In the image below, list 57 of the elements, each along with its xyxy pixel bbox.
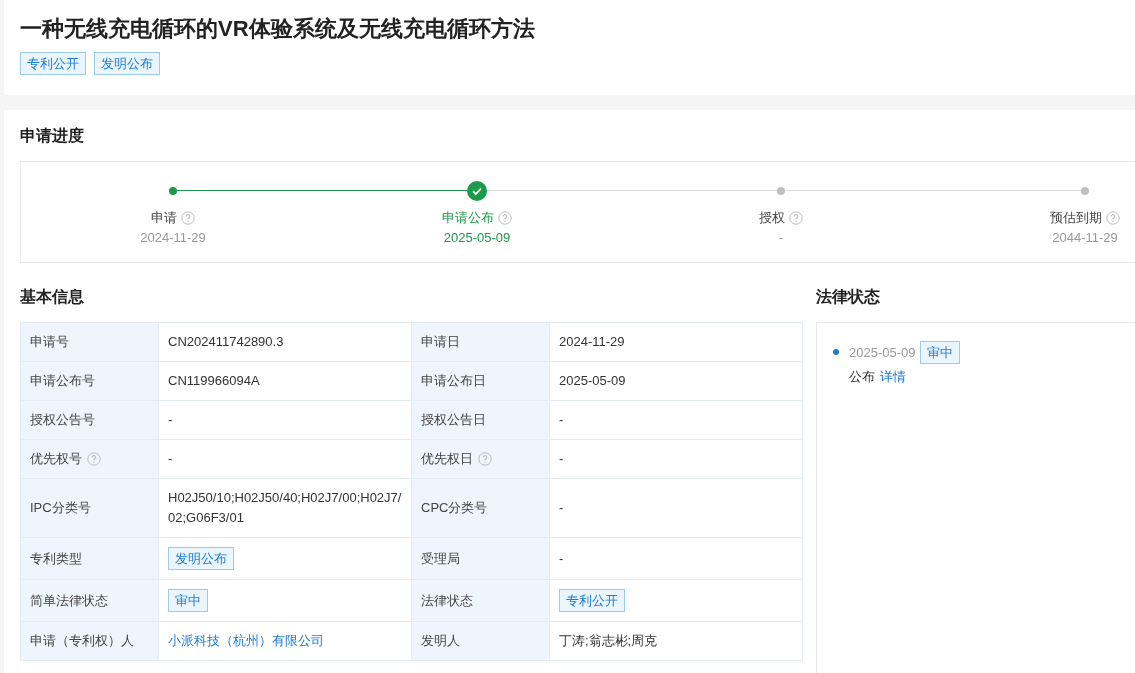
- section-heading: 基本信息: [20, 287, 85, 307]
- field-label-cell: 发明人: [411, 621, 550, 661]
- patent-title: 一种无线充电循环的VR体验系统及无线充电循环方法: [20, 15, 536, 43]
- field-label: 优先权日: [421, 450, 473, 468]
- step-label: 申请公布: [442, 209, 494, 227]
- status-tag: 专利公开: [559, 589, 625, 612]
- status-tag: 专利公开: [20, 52, 86, 75]
- field-label-cell: 授权公告日: [411, 400, 550, 440]
- field-label: 优先权号: [30, 450, 82, 468]
- field-label-cell: IPC分类号: [20, 478, 159, 538]
- help-icon[interactable]: [478, 452, 492, 466]
- field-value-cell: 2025-05-09: [549, 361, 803, 401]
- field-value-cell: 2024-11-29: [549, 322, 803, 362]
- field-value-cell: -: [549, 439, 803, 479]
- field-label-cell: 授权公告号: [20, 400, 159, 440]
- field-label-cell: 受理局: [411, 537, 550, 580]
- applicant-link[interactable]: 小派科技（杭州）有限公司: [168, 633, 324, 648]
- status-tag: 发明公布: [168, 547, 234, 570]
- step-date: -: [778, 230, 784, 245]
- help-icon[interactable]: [498, 211, 512, 225]
- status-tag: 审中: [168, 589, 208, 612]
- field-label-cell: 申请日: [411, 322, 550, 362]
- field-label-cell: 申请（专利权）人: [20, 621, 159, 661]
- step-date: 2024-11-29: [140, 230, 206, 245]
- event-date: 2025-05-09: [849, 345, 916, 360]
- help-icon[interactable]: [87, 452, 101, 466]
- field-value-cell: -: [549, 400, 803, 440]
- field-value-cell: CN202411742890.3: [158, 322, 412, 362]
- help-icon[interactable]: [1106, 211, 1120, 225]
- step-label: 授权: [759, 209, 785, 227]
- field-label-cell: 申请公布号: [20, 361, 159, 401]
- section-heading: 申请进度: [20, 126, 85, 146]
- details-link[interactable]: 详情: [880, 368, 906, 386]
- field-value-cell: CN119966094A: [158, 361, 412, 401]
- field-value-cell: -: [549, 537, 803, 580]
- field-label-cell: 申请号: [20, 322, 159, 362]
- status-tag: 审中: [919, 341, 960, 364]
- field-label-cell: 专利类型: [20, 537, 159, 580]
- timeline-dot: [833, 349, 839, 355]
- field-value-cell: H02J50/10;H02J50/40;H02J7/00;H02J7/02;G06F3/01: [158, 478, 412, 538]
- field-value-cell: -: [549, 478, 803, 538]
- section-heading: 法律状态: [816, 287, 881, 307]
- status-tag: 发明公布: [94, 52, 160, 75]
- field-label-cell: 简单法律状态: [20, 579, 159, 622]
- field-value-cell: 丁涛;翁志彬;周克: [549, 621, 803, 661]
- field-value-cell: -: [158, 400, 412, 440]
- field-value-cell: -: [158, 439, 412, 479]
- step-date: 2025-05-09: [443, 230, 511, 245]
- field-label-cell: CPC分类号: [411, 478, 550, 538]
- field-label-cell: 申请公布日: [411, 361, 550, 401]
- step-label: 申请: [151, 209, 177, 227]
- step-label: 预估到期: [1050, 209, 1102, 227]
- field-label-cell: 法律状态: [411, 579, 550, 622]
- step-date: 2044-11-29: [1052, 230, 1118, 245]
- help-icon[interactable]: [181, 211, 195, 225]
- help-icon[interactable]: [789, 211, 803, 225]
- event-text: 公布: [849, 368, 875, 386]
